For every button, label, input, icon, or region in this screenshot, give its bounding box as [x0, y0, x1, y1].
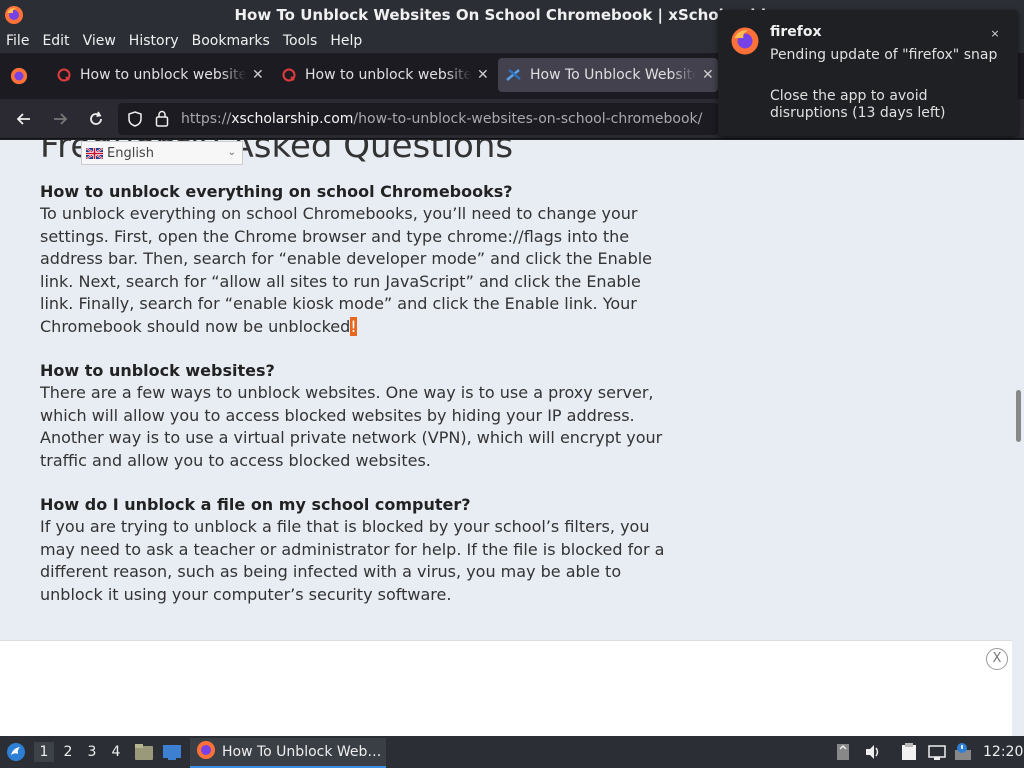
back-arrow-icon[interactable]: [12, 107, 36, 131]
menu-file[interactable]: File: [6, 33, 29, 49]
tab-3-active[interactable]: How To Unblock Websites ✕: [498, 58, 718, 92]
faq-answer: To unblock everything on school Chromebo…: [40, 203, 670, 338]
faq-item: How do I unblock a file on my school com…: [40, 494, 670, 606]
file-manager-icon[interactable]: [134, 743, 154, 765]
taskbar: 1 2 3 4 How To Unblock Web… 12:20: [0, 736, 1024, 768]
close-icon[interactable]: ✕: [252, 67, 264, 83]
ad-close-button[interactable]: X: [986, 648, 1008, 670]
faq-answer-text: To unblock everything on school Chromebo…: [40, 204, 653, 336]
faq-question: How to unblock websites?: [40, 361, 275, 380]
clipboard-tray-icon[interactable]: [834, 743, 852, 761]
menu-history[interactable]: History: [129, 33, 179, 49]
url-path: /how-to-unblock-websites-on-school-chrom…: [353, 111, 703, 127]
app-menu-icon[interactable]: [6, 742, 26, 766]
tab-title: How to unblock websites: [80, 67, 246, 83]
taskbar-window-label: How To Unblock Web…: [222, 744, 382, 760]
close-icon[interactable]: ✕: [477, 67, 489, 83]
clock: 12:20: [983, 744, 1024, 760]
chevron-down-icon: ⌄: [227, 147, 236, 158]
close-icon[interactable]: ✕: [702, 67, 714, 83]
menu-view[interactable]: View: [83, 33, 116, 49]
volume-icon[interactable]: [864, 743, 882, 761]
firefox-icon: [196, 740, 216, 764]
notes-tray-icon[interactable]: [900, 743, 918, 761]
reload-icon[interactable]: [84, 107, 108, 131]
language-selector[interactable]: English ⌄: [81, 141, 243, 165]
uk-flag-icon: [85, 146, 104, 160]
url-text: https://xscholarship.com/how-to-unblock-…: [181, 111, 702, 127]
faq-question: How to unblock everything on school Chro…: [40, 182, 513, 201]
page-scrollbar[interactable]: [1012, 140, 1024, 736]
tab-1[interactable]: How to unblock websites ✕: [50, 58, 270, 92]
firefox-icon: [730, 26, 760, 60]
desktop-icon[interactable]: [162, 743, 182, 765]
menu-edit[interactable]: Edit: [42, 33, 69, 49]
notification-detail: Close the app to avoid disruptions (13 d…: [770, 88, 946, 121]
workspace-1[interactable]: 1: [34, 742, 54, 762]
scrollbar-thumb[interactable]: [1016, 390, 1021, 442]
language-label: English: [107, 145, 154, 161]
red-q-favicon: [281, 67, 297, 83]
faq-item: How to unblock everything on school Chro…: [40, 181, 670, 338]
web-page-content: Frequently Asked Questions English ⌄ How…: [0, 140, 1012, 640]
lock-icon[interactable]: [155, 110, 169, 131]
xscholarship-favicon: [506, 67, 522, 83]
ad-banner: X: [0, 640, 1012, 736]
menu-tools[interactable]: Tools: [283, 33, 318, 49]
forward-arrow-icon[interactable]: [48, 107, 72, 131]
network-icon[interactable]: [928, 743, 946, 761]
faq-question: How do I unblock a file on my school com…: [40, 495, 471, 514]
workspace-3[interactable]: 3: [82, 742, 102, 762]
url-scheme: https://: [181, 111, 232, 127]
notification-message: Pending update of "firefox" snap: [770, 47, 998, 63]
red-q-favicon: [56, 67, 72, 83]
url-host: xscholarship.com: [231, 111, 354, 127]
faq-answer: There are a few ways to unblock websites…: [40, 383, 663, 470]
tracking-shield-icon[interactable]: [127, 111, 143, 131]
workspace-4[interactable]: 4: [106, 742, 126, 762]
update-notifier-icon[interactable]: [954, 743, 972, 761]
tab-title: How To Unblock Websites: [530, 67, 696, 83]
faq-item: How to unblock websites? There are a few…: [40, 360, 670, 472]
tab-2[interactable]: How to unblock websites ✕: [275, 58, 495, 92]
notification-app-name: firefox: [770, 24, 822, 40]
menu-bookmarks[interactable]: Bookmarks: [192, 33, 270, 49]
menu-help[interactable]: Help: [330, 33, 362, 49]
workspace-2[interactable]: 2: [58, 742, 78, 762]
snap-update-notification[interactable]: firefox Pending update of "firefox" snap…: [718, 10, 1018, 136]
text-cursor-highlight: !: [350, 316, 357, 336]
faq-answer: If you are trying to unblock a file that…: [40, 517, 665, 604]
taskbar-firefox-window[interactable]: How To Unblock Web…: [190, 738, 386, 768]
notification-close-button[interactable]: ×: [986, 25, 1004, 43]
tab-title: How to unblock websites: [305, 67, 471, 83]
firefox-view-icon[interactable]: [10, 67, 28, 89]
url-bar[interactable]: https://xscholarship.com/how-to-unblock-…: [118, 103, 718, 135]
